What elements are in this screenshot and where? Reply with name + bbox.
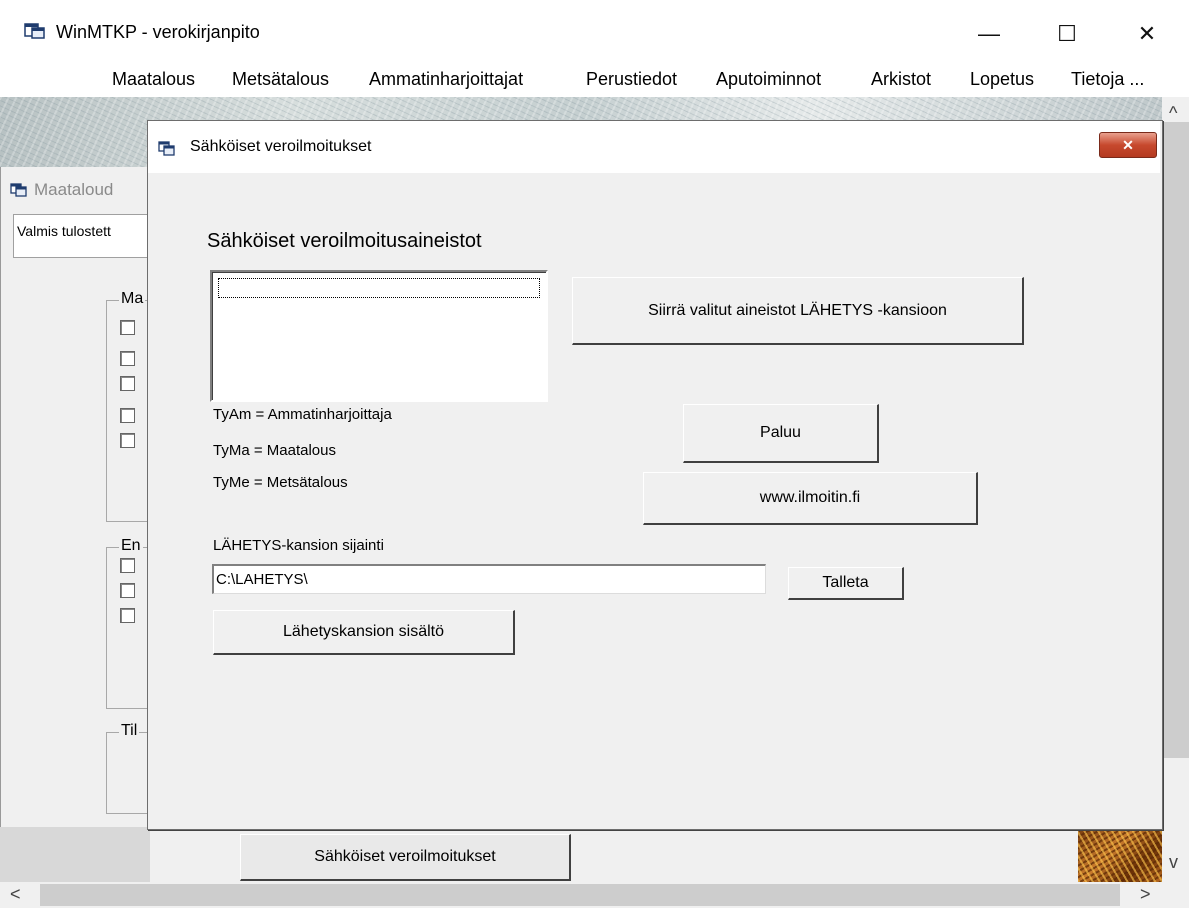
- dialog-heading: Sähköiset veroilmoitusaineistot: [207, 230, 482, 252]
- decorative-texture: [1078, 830, 1162, 882]
- electronic-tax-returns-button[interactable]: Sähköiset veroilmoitukset: [240, 834, 571, 881]
- save-button[interactable]: Talleta: [788, 567, 904, 600]
- background-window-title: Maataloud: [34, 180, 114, 199]
- menu-tietoja[interactable]: Tietoja ...: [1071, 69, 1144, 90]
- status-field-text: Valmis tulostett: [17, 223, 111, 239]
- close-button[interactable]: ✕: [1124, 14, 1170, 54]
- legend-tyme: TyMe = Metsätalous: [213, 474, 348, 491]
- dialog-close-button[interactable]: ✕: [1099, 132, 1157, 158]
- back-button[interactable]: Paluu: [683, 404, 879, 463]
- legend-tyma: TyMa = Maatalous: [213, 442, 336, 459]
- menu-arkistot[interactable]: Arkistot: [871, 69, 931, 90]
- checkbox[interactable]: [120, 583, 135, 598]
- menu-ammatinharjoittajat[interactable]: Ammatinharjoittajat: [369, 69, 523, 90]
- scroll-right-icon[interactable]: >: [1140, 884, 1151, 905]
- checkbox[interactable]: [120, 433, 135, 448]
- horizontal-scroll-thumb[interactable]: [40, 884, 1120, 906]
- group-label: Til: [119, 722, 140, 740]
- scroll-up-icon[interactable]: ^: [1169, 103, 1177, 124]
- scroll-down-icon[interactable]: v: [1169, 852, 1178, 873]
- app-icon: [24, 22, 46, 40]
- checkbox[interactable]: [120, 351, 135, 366]
- scroll-left-icon[interactable]: <: [10, 884, 21, 905]
- checkbox[interactable]: [120, 608, 135, 623]
- folder-path-input[interactable]: [212, 564, 766, 594]
- checkbox[interactable]: [120, 408, 135, 423]
- vertical-scroll-thumb[interactable]: [1162, 122, 1189, 758]
- menu-lopetus[interactable]: Lopetus: [970, 69, 1034, 90]
- checkbox[interactable]: [120, 558, 135, 573]
- menu-perustiedot[interactable]: Perustiedot: [586, 69, 677, 90]
- legend-tyam: TyAm = Ammatinharjoittaja: [213, 406, 392, 423]
- maximize-button[interactable]: ☐: [1044, 14, 1090, 54]
- folder-location-label: LÄHETYS-kansion sijainti: [213, 537, 384, 554]
- status-field: Valmis tulostett: [13, 214, 155, 258]
- ilmoitin-link-button[interactable]: www.ilmoitin.fi: [643, 472, 978, 525]
- group-label: Ma: [119, 290, 146, 308]
- checkbox[interactable]: [120, 376, 135, 391]
- listbox-focus-item[interactable]: [218, 278, 540, 298]
- window-icon: [10, 183, 28, 197]
- move-to-send-folder-button[interactable]: Siirrä valitut aineistot LÄHETYS -kansio…: [572, 277, 1024, 345]
- checkbox[interactable]: [120, 320, 135, 335]
- folder-contents-button[interactable]: Lähetyskansion sisältö: [213, 610, 515, 655]
- menu-metsatalous[interactable]: Metsätalous: [232, 69, 329, 90]
- app-title: WinMTKP - verokirjanpito: [56, 22, 260, 42]
- menu-maatalous[interactable]: Maatalous: [112, 69, 195, 90]
- menu-aputoiminnot[interactable]: Aputoiminnot: [716, 69, 821, 90]
- group-label: En: [119, 537, 143, 555]
- dialog-title: Sähköiset veroilmoitukset: [190, 138, 372, 155]
- minimize-button[interactable]: —: [966, 14, 1012, 54]
- dialog-icon: [158, 141, 176, 156]
